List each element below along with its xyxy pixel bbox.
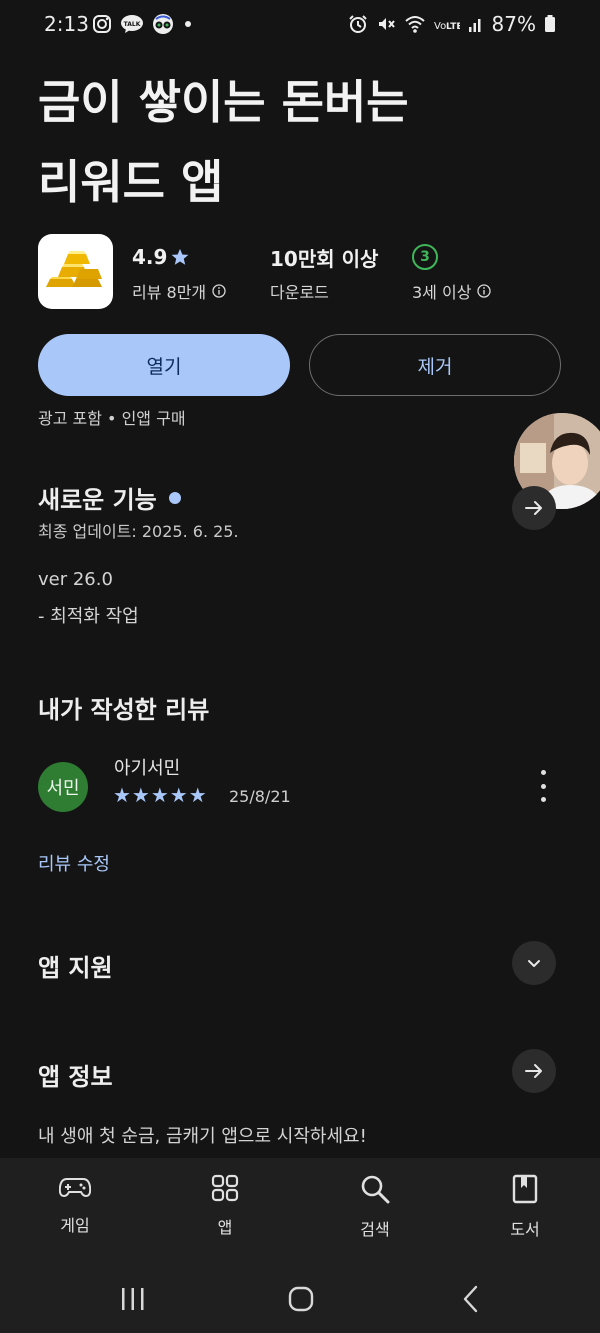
content-rating-badge: 3 bbox=[412, 244, 438, 270]
rating-stat[interactable]: 4.9 리뷰 8만개 bbox=[132, 243, 226, 303]
whats-new-title: 새로운 기능 bbox=[38, 486, 157, 514]
system-navigation-bar bbox=[0, 1263, 600, 1333]
app-title: 금이 쌓이는 돈버는 리워드 앱 bbox=[38, 62, 558, 222]
rating-value: 4.9 bbox=[132, 245, 168, 269]
search-icon bbox=[361, 1175, 390, 1204]
nav-games-label: 게임 bbox=[60, 1216, 90, 1235]
remove-button[interactable]: 제거 bbox=[309, 334, 561, 396]
notification-dot-icon bbox=[185, 21, 191, 27]
reviewer-name: 아기서민 bbox=[114, 758, 181, 779]
app-title-line1: 금이 쌓이는 돈버는 bbox=[38, 75, 409, 129]
nav-search-label: 검색 bbox=[360, 1220, 390, 1239]
review-more-options-button[interactable] bbox=[530, 770, 556, 802]
signal-icon bbox=[468, 19, 481, 32]
downloads-label: 다운로드 bbox=[270, 283, 329, 302]
gamepad-icon bbox=[59, 1178, 91, 1198]
svg-text:Vo: Vo bbox=[434, 21, 446, 32]
alarm-icon bbox=[348, 15, 367, 33]
edit-review-link[interactable]: 리뷰 수정 bbox=[38, 850, 110, 876]
kakaotalk-icon: TALK bbox=[121, 15, 143, 33]
nav-books-label: 도서 bbox=[510, 1220, 540, 1239]
age-rating-label: 3세 이상 bbox=[412, 283, 472, 302]
home-button[interactable] bbox=[286, 1279, 316, 1319]
whats-new-arrow-button[interactable] bbox=[512, 486, 556, 530]
release-notes: - 최적화 작업 bbox=[38, 606, 139, 627]
app-info-title[interactable]: 앱 정보 bbox=[38, 1057, 113, 1092]
home-icon bbox=[288, 1286, 314, 1312]
instagram-icon bbox=[93, 15, 111, 33]
svg-text:TALK: TALK bbox=[124, 21, 141, 28]
arrow-right-icon bbox=[525, 501, 542, 515]
back-button[interactable] bbox=[456, 1279, 486, 1319]
notification-icons: TALK bbox=[92, 13, 194, 35]
ads-purchases-note: 광고 포함 • 인앱 구매 bbox=[38, 409, 186, 428]
my-review-title: 내가 작성한 리뷰 bbox=[38, 696, 210, 724]
review-stars: ★★★★★ bbox=[113, 783, 208, 807]
info-icon bbox=[212, 284, 226, 298]
review-date: 25/8/21 bbox=[229, 787, 291, 806]
battery-icon bbox=[545, 15, 555, 32]
chevron-down-icon bbox=[528, 960, 540, 967]
downloads-value: 10만회 이상 bbox=[270, 246, 379, 271]
downloads-stat: 10만회 이상 다운로드 bbox=[270, 243, 378, 303]
app-support-title[interactable]: 앱 지원 bbox=[38, 948, 113, 983]
reviews-count: 리뷰 8만개 bbox=[132, 283, 207, 302]
whats-new-heading[interactable]: 새로운 기능 bbox=[38, 480, 181, 515]
mute-icon bbox=[378, 18, 395, 30]
arrow-right-icon bbox=[525, 1064, 542, 1078]
reviewer-avatar: 서민 bbox=[38, 762, 88, 812]
more-vert-icon bbox=[540, 770, 546, 775]
age-rating-stat[interactable]: 3 3세 이상 bbox=[412, 243, 492, 303]
nav-books[interactable]: 도서 bbox=[475, 1174, 575, 1240]
wifi-icon bbox=[404, 16, 425, 33]
system-status: Vo LTE 87% bbox=[348, 12, 556, 36]
nav-apps[interactable]: 앱 bbox=[175, 1174, 275, 1238]
back-chevron-icon bbox=[463, 1285, 478, 1313]
new-indicator-dot bbox=[168, 491, 181, 504]
nav-apps-label: 앱 bbox=[217, 1218, 233, 1237]
nav-search[interactable]: 검색 bbox=[325, 1174, 425, 1240]
info-icon bbox=[477, 284, 492, 298]
last-updated: 최종 업데이트: 2025. 6. 25. bbox=[38, 522, 239, 541]
recents-icon bbox=[122, 1288, 144, 1310]
open-button[interactable]: 열기 bbox=[38, 334, 290, 396]
volte-icon: Vo LTE bbox=[434, 21, 460, 32]
star-icon bbox=[172, 248, 189, 265]
app-description: 내 생애 첫 순금, 금캐기 앱으로 시작하세요! bbox=[38, 1126, 367, 1147]
bottom-navigation: 게임 앱 검색 도서 bbox=[0, 1158, 600, 1263]
apps-grid-icon bbox=[211, 1174, 239, 1202]
nav-games[interactable]: 게임 bbox=[25, 1174, 125, 1236]
app-info-arrow-button[interactable] bbox=[512, 1049, 556, 1093]
recent-apps-button[interactable] bbox=[118, 1279, 148, 1319]
svg-text:LTE: LTE bbox=[446, 22, 460, 32]
tripadvisor-icon bbox=[153, 14, 173, 34]
version-text: ver 26.0 bbox=[38, 569, 113, 590]
app-support-expand-button[interactable] bbox=[512, 941, 556, 985]
status-bar: 2:13 TALK Vo LTE 87% bbox=[0, 0, 600, 50]
gold-bars-icon bbox=[45, 250, 102, 287]
app-details-page: 2:13 TALK Vo LTE 87% 금이 쌓이는 돈버는 리워드 앱 4.… bbox=[0, 0, 600, 1333]
battery-percent: 87% bbox=[491, 12, 536, 36]
status-time: 2:13 bbox=[44, 12, 89, 36]
app-icon bbox=[38, 234, 113, 309]
app-title-line2: 리워드 앱 bbox=[38, 155, 224, 209]
book-icon bbox=[512, 1174, 538, 1204]
